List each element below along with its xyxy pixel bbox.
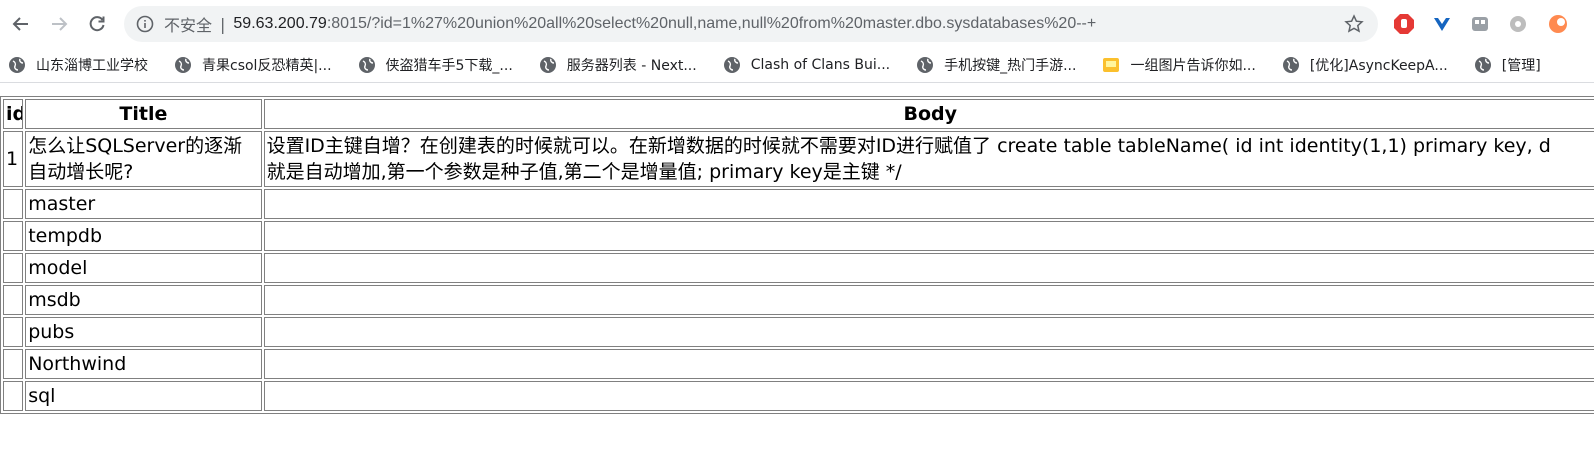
grid-extension-icon[interactable] (1468, 12, 1492, 36)
bookmark-item[interactable]: 侠盗猎车手5下载_... (358, 55, 513, 75)
table-row: Northwind (3, 349, 1594, 379)
address-bar[interactable]: 不安全 | 59.63.200.79:8015/?id=1%27%20union… (124, 6, 1378, 42)
cell-id: 1 (3, 131, 24, 187)
body-line: 设置ID主键自增？在创建表的时候就可以。在新增数据的时候就不需要对ID进行赋值了… (266, 135, 1551, 157)
cell-id (3, 253, 24, 283)
reload-icon (89, 16, 105, 32)
cell-body (263, 285, 1594, 315)
globe-icon (358, 57, 375, 73)
url-host: 59.63.200.79 (233, 15, 327, 32)
table-row: sql (3, 381, 1594, 411)
bookmark-item[interactable]: 一组图片告诉你如... (1102, 55, 1256, 75)
bookmark-item[interactable]: 山东淄博工业学校 (8, 55, 148, 75)
bookmarks-bar: 山东淄博工业学校 青果csol反恐精英|... 侠盗猎车手5下载_... 服务器… (0, 48, 1594, 83)
cell-body (263, 221, 1594, 251)
back-arrow-icon (12, 17, 28, 31)
body-line: 就是自动增加,第一个参数是种子值,第二个是增量值; primary key是主键… (266, 161, 902, 183)
bookmark-label: 服务器列表 - Next... (566, 58, 697, 74)
globe-icon (917, 57, 934, 73)
cell-body (263, 189, 1594, 219)
table-row: pubs (3, 317, 1594, 347)
cell-title: pubs (25, 317, 262, 347)
table-row: master (3, 189, 1594, 219)
cell-id (3, 285, 24, 315)
url-text[interactable]: 59.63.200.79:8015/?id=1%27%20union%20all… (233, 15, 1096, 33)
table-header-row: id Title Body (3, 99, 1594, 129)
star-icon[interactable] (1344, 14, 1364, 38)
page-content: id Title Body 1 怎么让SQLServer的逐渐自动增长呢? 设置… (0, 96, 1594, 414)
cell-body (263, 317, 1594, 347)
cell-title: model (25, 253, 262, 283)
cell-title: msdb (25, 285, 262, 315)
header-body: Body (263, 99, 1594, 129)
cell-id (3, 189, 24, 219)
bookmark-item[interactable]: 青果csol反恐精英|... (174, 55, 332, 75)
globe-icon (723, 57, 740, 73)
table-row: model (3, 253, 1594, 283)
globe-icon (9, 57, 25, 73)
bookmark-label: Clash of Clans Bui... (750, 57, 891, 73)
table-row: 1 怎么让SQLServer的逐渐自动增长呢? 设置ID主键自增？在创建表的时候… (3, 131, 1594, 187)
gear-extension-icon[interactable] (1506, 12, 1530, 36)
results-table: id Title Body 1 怎么让SQLServer的逐渐自动增长呢? 设置… (0, 96, 1594, 414)
cell-title: Northwind (25, 349, 262, 379)
info-icon[interactable] (136, 15, 154, 33)
cell-title: 怎么让SQLServer的逐渐自动增长呢? (25, 131, 262, 187)
bookmark-item[interactable]: 手机按键_热门手游... (916, 55, 1076, 75)
cell-title: tempdb (25, 221, 262, 251)
cell-id (3, 381, 24, 411)
browser-toolbar: 不安全 | 59.63.200.79:8015/?id=1%27%20union… (0, 0, 1594, 48)
globe-icon (539, 57, 556, 73)
bookmark-label: [优化]AsyncKeepA... (1309, 58, 1448, 74)
cell-id (3, 317, 24, 347)
bookmark-label: 手机按键_热门手游... (944, 58, 1077, 74)
cell-id (3, 349, 24, 379)
adblock-extension-icon[interactable] (1392, 12, 1416, 36)
cell-body: 设置ID主键自增？在创建表的时候就可以。在新增数据的时候就不需要对ID进行赋值了… (263, 131, 1594, 187)
forward-arrow-icon (52, 17, 68, 31)
table-row: msdb (3, 285, 1594, 315)
blue-heart-extension-icon[interactable] (1430, 12, 1454, 36)
bookmark-label: 青果csol反恐精英|... (202, 58, 332, 74)
header-id: id (3, 99, 24, 129)
bookmark-item[interactable]: Clash of Clans Bui... (723, 56, 890, 74)
globe-icon (175, 57, 191, 73)
cell-title: master (25, 189, 262, 219)
bookmark-item[interactable]: 服务器列表 - Next... (539, 55, 697, 75)
cell-id (3, 221, 24, 251)
table-row: tempdb (3, 221, 1594, 251)
cell-body (263, 349, 1594, 379)
image-icon (1103, 58, 1120, 72)
omnibox-separator: | (220, 14, 226, 34)
bookmark-item[interactable]: [优化]AsyncKeepA... (1282, 55, 1448, 75)
bookmark-label: 山东淄博工业学校 (36, 58, 148, 74)
bookmark-label: 一组图片告诉你如... (1130, 58, 1256, 74)
orange-extension-icon[interactable] (1546, 12, 1570, 36)
globe-icon (1474, 57, 1491, 73)
insecure-label[interactable]: 不安全 (164, 12, 212, 36)
url-path: :8015/?id=1%27%20union%20all%20select%20… (326, 15, 1097, 32)
forward-button[interactable] (46, 11, 72, 37)
back-button[interactable] (8, 11, 34, 37)
cell-body (263, 253, 1594, 283)
globe-icon (1282, 57, 1299, 73)
header-title: Title (25, 99, 262, 129)
bookmark-label: 侠盗猎车手5下载_... (385, 58, 513, 74)
reload-button[interactable] (84, 11, 110, 37)
bookmark-label: [管理] (1501, 58, 1541, 74)
bookmark-item[interactable]: [管理] (1474, 55, 1541, 75)
cell-title: sql (25, 381, 262, 411)
cell-body (263, 381, 1594, 411)
